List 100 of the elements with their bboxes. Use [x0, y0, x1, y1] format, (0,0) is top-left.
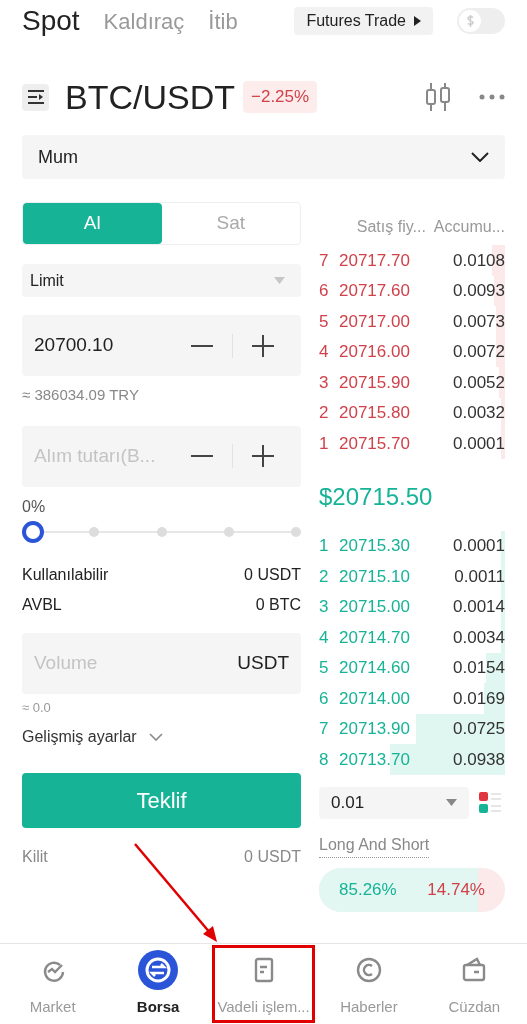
order-row[interactable]: 1 20715.70 0.0001: [319, 428, 505, 459]
price-cell-text: 20713.90: [339, 718, 410, 740]
order-row[interactable]: 7 20717.70 0.0108: [319, 245, 505, 276]
row-index: 4: [319, 626, 330, 649]
row-index: 5: [319, 657, 330, 679]
amount-cell-text: 0.0011: [454, 565, 505, 588]
currency-toggle[interactable]: [457, 8, 505, 34]
amount-cell-text: 0.0154: [453, 657, 505, 679]
order-row[interactable]: 5 20714.60 0.0154: [319, 652, 505, 683]
row-index: 8: [319, 748, 330, 771]
row-index: 2: [319, 565, 330, 588]
amount-cell-text: 0.0001: [453, 535, 505, 557]
amount-cell-text: 0.0072: [453, 341, 505, 363]
last-price: $20715.50: [319, 481, 434, 512]
percent-label: 0%: [22, 496, 47, 517]
volume-estimate: ≈ 0.0: [22, 698, 52, 717]
price-cell-text: 20713.70: [339, 748, 410, 771]
unit-label: USDT: [237, 650, 289, 675]
order-row[interactable]: 8 20713.70 0.0938: [319, 744, 505, 775]
price-cell-text: 20715.70: [339, 432, 410, 455]
row-index: 7: [319, 718, 330, 740]
amount-cell-text: 0.0938: [453, 748, 505, 771]
order-row[interactable]: 2 20715.80 0.0032: [319, 397, 505, 428]
balance-label: Kullanılabilir: [22, 564, 109, 585]
caret-icon: [274, 277, 285, 284]
dollar-icon: [459, 10, 481, 32]
pair-title: BTC/USDT: [65, 76, 235, 118]
amount-cell-text: 0.0001: [453, 432, 505, 455]
row-index: 3: [319, 596, 330, 618]
price-cell-text: 20715.00: [339, 596, 410, 618]
row-index: 4: [319, 341, 330, 363]
amount-cell-text: 0.0108: [453, 249, 505, 272]
balance-value: 0 BTC: [255, 594, 301, 615]
plus-icon: [252, 334, 274, 357]
order-row[interactable]: 6 20714.00 0.0169: [319, 683, 505, 714]
precision-select[interactable]: 0.01: [319, 786, 469, 819]
price-cell-text: 20714.60: [339, 657, 410, 679]
row-index: 7: [319, 249, 330, 272]
order-row[interactable]: 7 20713.90 0.0725: [319, 713, 505, 744]
price-cell-text: 20715.10: [339, 565, 410, 588]
advanced-settings-toggle[interactable]: Gelişmiş ayarlar: [22, 725, 163, 749]
order-row[interactable]: 1 20715.30 0.0001: [319, 530, 505, 561]
order-row[interactable]: 4 20714.70 0.0034: [319, 622, 505, 653]
amount-cell-text: 0.0032: [453, 402, 505, 424]
short-percent: 14.74%: [427, 878, 485, 901]
price-cell-text: 20717.00: [339, 310, 410, 333]
minus-icon: [191, 455, 213, 457]
more-icon[interactable]: [479, 94, 505, 100]
top-tab[interactable]: Spot: [22, 0, 80, 42]
amount-cell-text: 0.0052: [453, 371, 505, 394]
order-row[interactable]: 6 20717.60 0.0093: [319, 275, 505, 306]
exchange-icon: [138, 949, 179, 990]
row-index: 6: [319, 280, 330, 302]
price-cell-text: 20715.80: [339, 402, 410, 424]
order-row[interactable]: 2 20715.10 0.0011: [319, 561, 505, 592]
price-input[interactable]: 20700.10: [34, 331, 172, 360]
row-index: 3: [319, 371, 330, 394]
chart-type-select[interactable]: Mum: [22, 135, 505, 179]
nav-tab[interactable]: Borsa: [105, 944, 211, 1024]
row-index: 5: [319, 310, 330, 333]
amount-cell-text: 0.0034: [453, 626, 505, 649]
long-percent: 85.26%: [339, 878, 397, 901]
plus-icon: [252, 445, 274, 467]
balance-value: 0 USDT: [244, 564, 301, 585]
amount-cell-text: 0.0725: [453, 718, 505, 740]
order-row[interactable]: 3 20715.90 0.0052: [319, 367, 505, 398]
price-cell-text: 20715.90: [339, 371, 410, 394]
row-index: 1: [319, 535, 330, 557]
amount-cell-text: 0.0093: [453, 280, 505, 302]
balance-label: AVBL: [22, 594, 62, 615]
row-index: 6: [319, 687, 330, 710]
long-short-title: Long And Short: [319, 832, 430, 858]
order-type-select[interactable]: Limit: [22, 264, 301, 297]
order-row[interactable]: 5 20717.00 0.0073: [319, 306, 505, 337]
lock-value: 0 USDT: [244, 847, 301, 867]
change-badge: −2.25%: [243, 81, 318, 113]
menu-icon[interactable]: [22, 83, 49, 111]
lock-label: Kilit: [22, 847, 48, 867]
chevron-down-icon: [471, 152, 489, 162]
price-cell-text: 20717.60: [339, 280, 410, 302]
price-estimate: ≈ 386034.09 TRY: [22, 385, 140, 405]
amount-cell-text: 0.0014: [453, 596, 505, 618]
percent-slider[interactable]: [22, 520, 301, 543]
price-cell-text: 20715.30: [339, 535, 410, 557]
column-header: Accumu...: [433, 217, 505, 237]
futures-trade-button[interactable]: Futures Trade: [294, 7, 433, 35]
price-cell-text: 20714.00: [339, 687, 410, 710]
order-row[interactable]: 4 20716.00 0.0072: [319, 336, 505, 367]
order-row[interactable]: 3 20715.00 0.0014: [319, 591, 505, 622]
chevron-icon: [148, 733, 163, 741]
minus-icon: [191, 344, 213, 347]
candlestick-icon[interactable]: [425, 83, 451, 111]
slider-thumb[interactable]: [22, 520, 44, 543]
column-header: Satış fiy...: [356, 217, 426, 237]
amount-cell-text: 0.0169: [453, 687, 505, 710]
price-cell-text: 20714.70: [339, 626, 410, 649]
caret-icon: [446, 799, 457, 806]
play-icon: [414, 16, 421, 26]
row-index: 2: [319, 402, 330, 424]
price-cell-text: 20716.00: [339, 341, 410, 363]
